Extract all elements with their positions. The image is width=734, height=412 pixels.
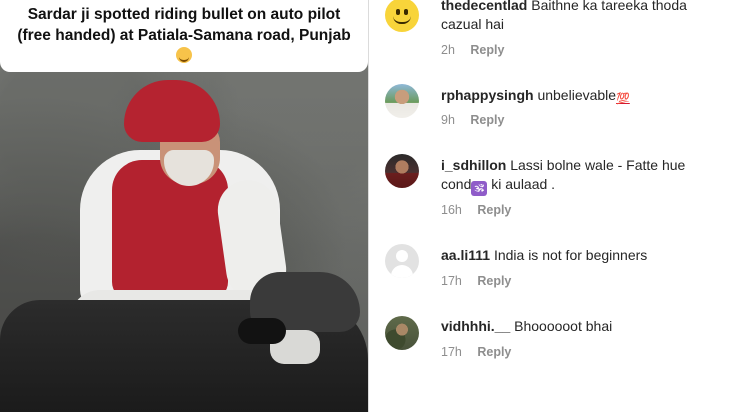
comment-username[interactable]: vidhhhi.__ — [441, 318, 510, 334]
post-media[interactable]: Sardar ji spotted riding bullet on auto … — [0, 0, 368, 412]
comment-body: i_sdhillon Lassi bolne wale - Fatte hue … — [441, 156, 711, 196]
comment-username[interactable]: rphappysingh — [441, 87, 534, 103]
rider-shoe — [238, 318, 286, 344]
comment-text: unbelievable — [537, 87, 617, 103]
comment-time: 17h — [441, 345, 462, 359]
user-avatar-icon[interactable] — [385, 316, 419, 350]
comment-time: 9h — [441, 113, 455, 127]
hundred-points-emoji-icon: 💯 — [616, 92, 630, 105]
user-avatar-icon[interactable] — [385, 84, 419, 118]
comment-meta: 17h Reply — [441, 274, 511, 288]
grinning-sweat-emoji-icon — [176, 47, 192, 63]
comment-meta: 16h Reply — [441, 203, 511, 217]
comment-body: rphappysingh unbelievable💯 — [441, 86, 721, 106]
comments-panel: thedecentlad Baithne ka tareeka thoda ca… — [369, 0, 734, 412]
comment-body: aa.li111 India is not for beginners — [441, 246, 721, 265]
comment-text-after: ki aulaad . — [487, 176, 556, 192]
default-avatar-icon[interactable] — [385, 244, 419, 278]
smiley-avatar-icon[interactable] — [385, 0, 419, 32]
comment-text: Bhoooooot bhai — [514, 318, 613, 334]
comment-username[interactable]: i_sdhillon — [441, 157, 506, 173]
caption-text: Sardar ji spotted riding bullet on auto … — [17, 6, 351, 44]
comment-meta: 2h Reply — [441, 43, 504, 57]
reply-button[interactable]: Reply — [477, 274, 511, 288]
comment-time: 2h — [441, 43, 455, 57]
reply-button[interactable]: Reply — [477, 345, 511, 359]
comment-time: 17h — [441, 274, 462, 288]
comment-body: thedecentlad Baithne ka tareeka thoda ca… — [441, 0, 721, 34]
om-emoji-icon: 🕉 — [471, 181, 488, 196]
comment-username[interactable]: thedecentlad — [441, 0, 527, 13]
rider-vest — [112, 160, 228, 300]
comment-time: 16h — [441, 203, 462, 217]
reply-button[interactable]: Reply — [477, 203, 511, 217]
comment-meta: 17h Reply — [441, 345, 511, 359]
comment-item: aa.li111 India is not for beginners 17h … — [369, 244, 734, 288]
comment-item: thedecentlad Baithne ka tareeka thoda ca… — [369, 0, 734, 57]
comment-username[interactable]: aa.li111 — [441, 247, 490, 263]
reply-button[interactable]: Reply — [470, 43, 504, 57]
user-avatar-icon[interactable] — [385, 154, 419, 188]
comment-body: vidhhhi.__ Bhoooooot bhai — [441, 317, 721, 336]
reply-button[interactable]: Reply — [470, 113, 504, 127]
comment-meta: 9h Reply — [441, 113, 504, 127]
comment-text: India is not for beginners — [493, 247, 648, 263]
media-caption: Sardar ji spotted riding bullet on auto … — [0, 0, 368, 72]
